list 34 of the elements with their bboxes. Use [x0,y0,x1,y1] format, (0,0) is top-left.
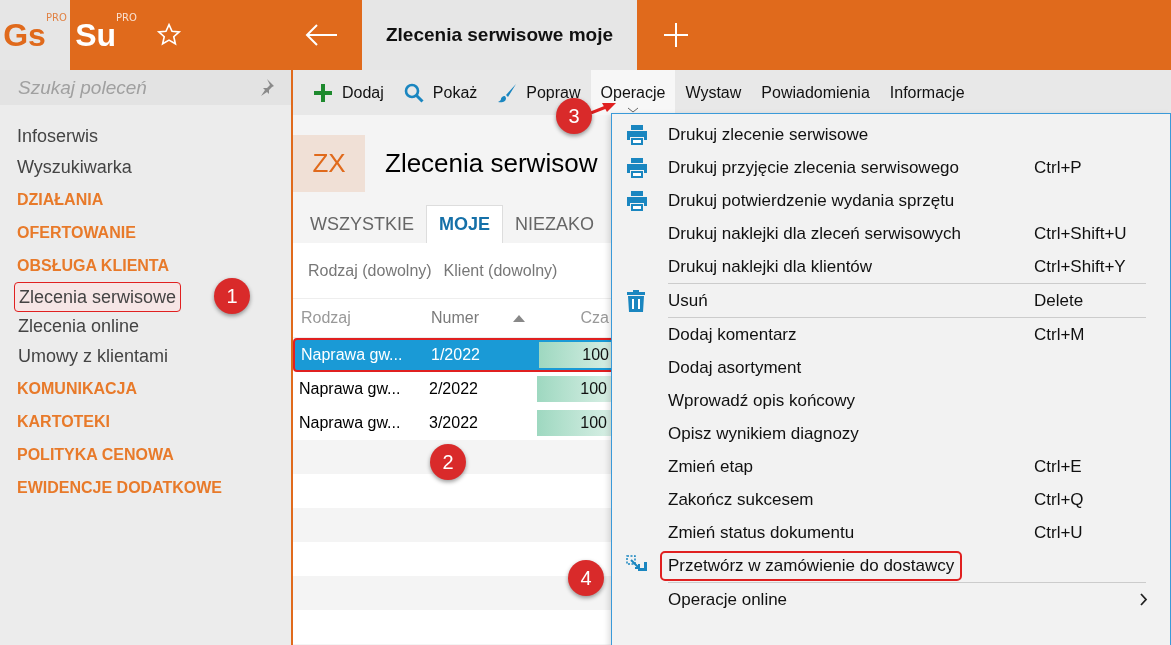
menu-item-label: Zmień etap [668,456,755,477]
menu-item-label: Przetwórz w zamówienie do dostawcy [660,550,963,581]
table-cell: 100 [580,380,607,398]
module-badge: ZX [293,134,365,192]
menu-item-label: Opisz wynikiem diagnozy [668,423,860,444]
menu-item-label: Drukuj zlecenie serwisowe [668,124,870,145]
table-cell: 100 [582,346,609,364]
shortcut-label: Ctrl+Shift+U [1034,223,1127,244]
shortcut-label: Ctrl+M [1034,324,1085,345]
table-cell-text: Naprawa gw... [298,380,402,398]
table-cell-text: 2/2022 [428,380,479,398]
menu-item-label: Drukuj przyjęcie zlecenia serwisowego [668,157,960,178]
shortcut-label: Ctrl+Shift+Y [1034,256,1126,277]
table-cell-text: 1/2022 [430,346,481,364]
table-cell-text: 3/2022 [428,414,479,432]
menu-item-label: Dodaj komentarz [668,324,798,345]
menu-item-label: Zmień status dokumentu [668,522,856,543]
menu-item-label: Drukuj potwierdzenie wydania sprzętu [668,190,956,211]
shortcut-label: Ctrl+E [1034,456,1082,477]
shortcut-label: Ctrl+U [1034,522,1083,543]
table-cell-text: Naprawa gw... [298,414,402,432]
table-cell-text: Naprawa gw... [300,346,404,364]
menu-item-label: Wprowadź opis końcowy [668,390,857,411]
menu-item-label: Zakończ sukcesem [668,489,815,510]
page-title: Zlecenia serwisow [385,147,598,179]
menu-item-label: Drukuj naklejki dla zleceń serwisowych [668,223,962,244]
menu-item-label: Usuń [668,290,709,311]
menu-item-label: Operacje online [668,589,789,610]
shortcut-label: Ctrl+P [1034,157,1082,178]
shortcut-label: Delete [1034,290,1084,311]
table-cell: 100 [580,414,607,432]
menu-item-label: Drukuj naklejki dla klientów [668,256,874,277]
shortcut-label: Ctrl+Q [1034,489,1084,510]
menu-item-label: Dodaj asortyment [668,357,803,378]
